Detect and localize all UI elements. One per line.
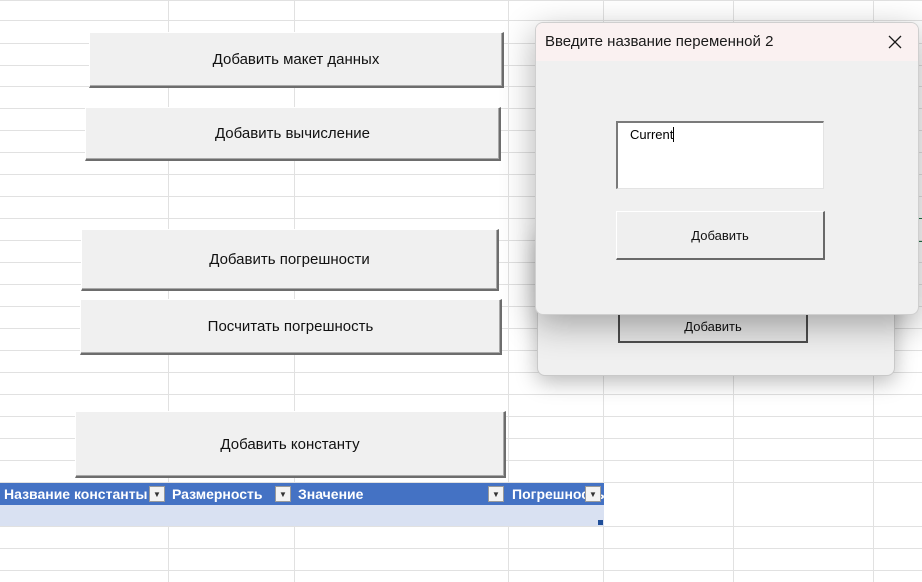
calculate-error-button[interactable]: Посчитать погрешность (80, 299, 502, 355)
filter-dropdown-icon[interactable]: ▼ (585, 486, 601, 502)
column-header-label: Название константы (4, 486, 148, 502)
constants-table-header: Название константы ▼ Размерность ▼ Значе… (0, 483, 604, 505)
grid-row-line (0, 20, 922, 21)
filter-dropdown-icon[interactable]: ▼ (488, 486, 504, 502)
add-data-layout-button[interactable]: Добавить макет данных (89, 32, 504, 88)
add-errors-button[interactable]: Добавить погрешности (81, 229, 499, 291)
grid-row-line (0, 526, 922, 527)
filter-dropdown-icon[interactable]: ▼ (275, 486, 291, 502)
text-caret (673, 127, 675, 142)
dialog-title: Введите название переменной 2 (545, 33, 774, 50)
filter-dropdown-icon[interactable]: ▼ (149, 486, 165, 502)
dialog-titlebar[interactable]: Введите название переменной 2 (536, 23, 918, 61)
grid-row-line (0, 570, 922, 571)
grid-row-line (0, 548, 922, 549)
column-header-label: Значение (298, 486, 364, 502)
add-button[interactable]: Добавить (616, 211, 825, 260)
table-resize-handle-icon[interactable] (598, 520, 603, 525)
variable-name-dialog: Введите название переменной 2 Current До… (535, 22, 919, 315)
close-icon[interactable] (872, 23, 918, 61)
table-row[interactable] (0, 505, 604, 526)
column-header-label: Размерность (172, 486, 263, 502)
input-text: Current (630, 127, 674, 142)
grid-row-line (0, 0, 922, 1)
variable-name-input[interactable]: Current (616, 121, 824, 189)
add-constant-button[interactable]: Добавить константу (75, 411, 506, 478)
grid-row-line (0, 394, 922, 395)
add-calculation-button[interactable]: Добавить вычисление (85, 107, 501, 161)
column-header-name[interactable]: Название константы (0, 483, 168, 505)
column-header-value[interactable]: Значение (294, 483, 508, 505)
